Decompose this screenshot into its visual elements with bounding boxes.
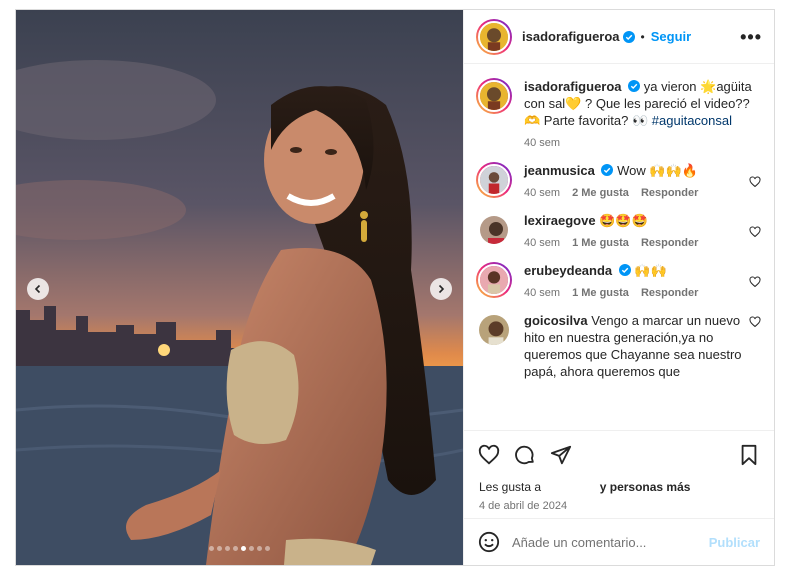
- comment-likes[interactable]: 1 Me gusta: [572, 235, 629, 252]
- comment-time: 40 sem: [524, 187, 561, 199]
- comment-item: lexiraegove 🤩🤩🤩 40 sem 1 Me gusta Respon…: [464, 212, 774, 252]
- like-comment-heart-icon[interactable]: [749, 276, 761, 288]
- comment-username[interactable]: erubeydeanda: [524, 263, 612, 278]
- carousel-prev-button[interactable]: [27, 278, 49, 300]
- carousel-dot: [249, 546, 254, 551]
- chevron-left-icon: [34, 284, 41, 294]
- caption-text: isadorafigueroa ya vieron 🌟agüita con sa…: [524, 78, 752, 152]
- comment-item: goicosilva Vengo a marcar un nuevo hito …: [464, 312, 774, 380]
- comment-text: erubeydeanda 🙌🙌 40 sem 1 Me gusta Respon…: [524, 262, 752, 302]
- carousel-indicator: [16, 546, 463, 551]
- like-comment-heart-icon[interactable]: [749, 176, 761, 188]
- likes-summary: Les gusta a y personas más: [479, 480, 690, 494]
- more-options-icon[interactable]: •••: [740, 28, 762, 46]
- post-actions-bar: [464, 430, 774, 478]
- hashtag-link[interactable]: #aguitaconsal: [652, 113, 732, 128]
- likes-others-link[interactable]: y personas más: [600, 480, 691, 494]
- comment-composer: Publicar: [464, 518, 774, 565]
- post-dialog: isadorafigueroa • Seguir ••• isadorafigu…: [15, 9, 775, 566]
- carousel-dot: [217, 546, 222, 551]
- reply-button[interactable]: Responder: [641, 285, 698, 302]
- caption-time: 40 sem: [524, 137, 561, 149]
- comment-username[interactable]: goicosilva: [524, 313, 588, 328]
- comment-body: 🤩🤩🤩: [599, 213, 648, 228]
- caption-avatar-image: [480, 82, 508, 110]
- commenter-avatar-image: [480, 266, 508, 294]
- author-avatar[interactable]: [476, 18, 512, 55]
- author-username[interactable]: isadorafigueroa: [522, 29, 620, 44]
- post-photo[interactable]: [16, 10, 463, 565]
- like-comment-heart-icon[interactable]: [749, 226, 761, 238]
- verified-badge-icon: [601, 164, 614, 176]
- carousel-dot: [241, 546, 246, 551]
- chevron-right-icon: [438, 284, 445, 294]
- caption-username[interactable]: isadorafigueroa: [524, 79, 622, 94]
- verified-badge-icon: [622, 30, 635, 43]
- comment-item: jeanmusica Wow 🙌🙌🔥 40 sem 2 Me gusta Res…: [464, 162, 774, 202]
- commenter-avatar[interactable]: [476, 312, 512, 348]
- post-header: isadorafigueroa • Seguir •••: [464, 10, 774, 64]
- like-comment-heart-icon[interactable]: [749, 316, 761, 328]
- caption: isadorafigueroa ya vieron 🌟agüita con sa…: [464, 78, 774, 152]
- likes-prefix: Les gusta a: [479, 480, 542, 494]
- comment-input[interactable]: [512, 534, 702, 550]
- verified-badge-icon: [618, 264, 631, 276]
- carousel-dot: [233, 546, 238, 551]
- carousel-dot: [209, 546, 214, 551]
- caption-body-2: 🫶 Parte favorita? 👀: [524, 113, 649, 128]
- reply-button[interactable]: Responder: [641, 185, 698, 202]
- reply-button[interactable]: Responder: [641, 235, 698, 252]
- comment-text: lexiraegove 🤩🤩🤩 40 sem 1 Me gusta Respon…: [524, 212, 752, 252]
- beach-sunset-photo: [16, 10, 463, 565]
- verified-badge-icon: [628, 80, 641, 92]
- comment-item: erubeydeanda 🙌🙌 40 sem 1 Me gusta Respon…: [464, 262, 774, 302]
- comment-text: goicosilva Vengo a marcar un nuevo hito …: [524, 312, 752, 380]
- carousel-dot: [257, 546, 262, 551]
- carousel-next-button[interactable]: [430, 278, 452, 300]
- comment-username[interactable]: jeanmusica: [524, 163, 595, 178]
- commenter-avatar-image: [479, 315, 509, 345]
- comment-time: 40 sem: [524, 287, 561, 299]
- comments-list[interactable]: isadorafigueroa ya vieron 🌟agüita con sa…: [464, 65, 774, 420]
- comment-likes[interactable]: 1 Me gusta: [572, 285, 629, 302]
- carousel-dot: [265, 546, 270, 551]
- comment-username[interactable]: lexiraegove: [524, 213, 596, 228]
- emoji-smiley-icon[interactable]: [478, 531, 500, 553]
- commenter-avatar[interactable]: [476, 212, 512, 248]
- comment-time: 40 sem: [524, 237, 561, 249]
- commenter-avatar-image: [480, 216, 508, 244]
- comment-likes[interactable]: 2 Me gusta: [572, 185, 629, 202]
- carousel-dot: [225, 546, 230, 551]
- author-avatar-image: [480, 22, 508, 51]
- commenter-avatar-image: [480, 166, 508, 194]
- like-heart-icon[interactable]: [478, 444, 500, 466]
- save-bookmark-icon[interactable]: [738, 444, 760, 466]
- comment-text: jeanmusica Wow 🙌🙌🔥 40 sem 2 Me gusta Res…: [524, 162, 752, 202]
- share-send-icon[interactable]: [550, 444, 572, 466]
- publish-button[interactable]: Publicar: [709, 535, 760, 550]
- comment-body: Wow 🙌🙌🔥: [617, 163, 698, 178]
- commenter-avatar[interactable]: [476, 262, 512, 298]
- post-side-panel: isadorafigueroa • Seguir ••• isadorafigu…: [463, 10, 774, 565]
- follow-button[interactable]: Seguir: [651, 29, 691, 44]
- comment-body: 🙌🙌: [634, 263, 667, 278]
- caption-avatar[interactable]: [476, 78, 512, 114]
- header-separator: •: [640, 29, 645, 44]
- commenter-avatar[interactable]: [476, 162, 512, 198]
- comment-bubble-icon[interactable]: [514, 444, 536, 466]
- post-date: 4 de abril de 2024: [479, 500, 568, 512]
